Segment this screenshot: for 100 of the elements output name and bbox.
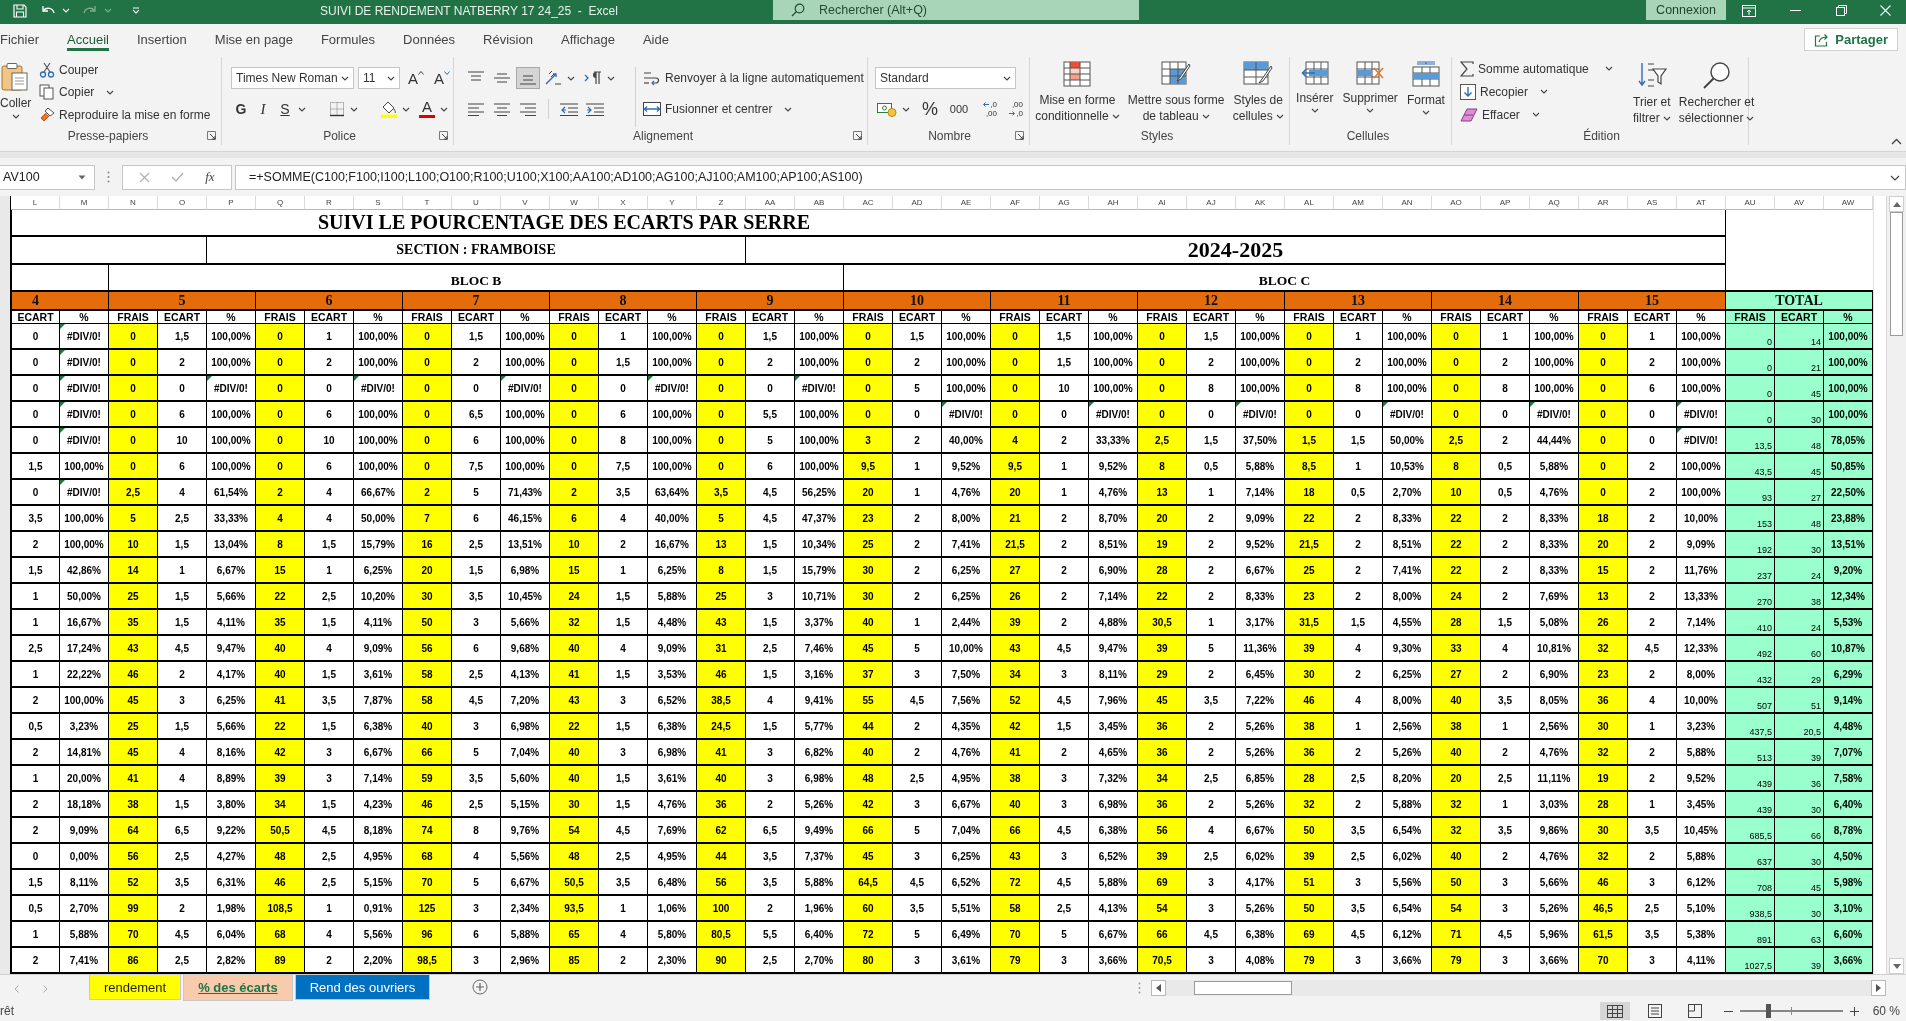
column-header[interactable]: AE [942,196,991,210]
caret-icon[interactable] [298,106,306,112]
cut-button[interactable]: Couper [39,59,211,82]
share-button[interactable]: Partager [1804,28,1898,51]
column-header[interactable]: R [305,196,354,210]
column-header[interactable]: W [550,196,599,210]
column-header[interactable]: AS [1628,196,1677,210]
scroll-down-button[interactable] [1889,958,1904,974]
column-header[interactable]: AO [1432,196,1481,210]
insert-function-button[interactable]: fx [205,169,215,185]
check-icon[interactable] [171,172,185,182]
cell-styles-button[interactable]: Styles de cellules [1229,61,1287,124]
insert-button[interactable]: Insérer [1293,61,1337,113]
column-header[interactable]: Y [648,196,697,210]
column-header[interactable]: O [158,196,207,210]
copy-button[interactable]: Copier [39,81,211,104]
ribbon-tab[interactable]: Insertion [122,24,201,55]
search-field[interactable]: Rechercher (Alt+Q) [773,0,1139,20]
name-box[interactable]: AV100 [0,164,95,190]
launcher-icon[interactable] [207,131,216,140]
autosum-button[interactable]: Somme automatique [1460,57,1628,80]
column-header[interactable]: AC [844,196,893,210]
column-header[interactable]: AD [893,196,942,210]
format-as-table-button[interactable]: Mettre sous forme de tableau [1124,61,1228,124]
scroll-right-button[interactable] [1871,980,1886,996]
scroll-up-button[interactable] [1889,196,1904,212]
scroll-thumb[interactable] [1194,981,1292,995]
column-header[interactable]: AQ [1530,196,1579,210]
column-header[interactable]: AB [795,196,844,210]
column-header[interactable]: U [452,196,501,210]
ribbon-tab[interactable]: Aide [628,24,683,55]
caret-icon[interactable] [567,75,575,81]
fill-button[interactable]: Recopier [1460,80,1628,103]
column-header[interactable]: L [11,196,60,210]
caret-icon[interactable] [902,106,910,112]
caret-icon[interactable] [1890,174,1900,181]
paste-button[interactable]: Coller [0,59,34,126]
bold-button[interactable]: G [231,98,251,120]
shrink-font-button[interactable]: A [432,67,453,89]
scroll-left-button[interactable] [1151,980,1166,996]
column-header[interactable]: AA [746,196,795,210]
find-select-button[interactable]: Rechercher et sélectionner [1675,57,1758,126]
zoom-in-icon[interactable] [1849,1006,1859,1016]
ribbon-tab[interactable]: Données [389,24,470,55]
clear-button[interactable]: Effacer [1460,103,1628,126]
drag-handle-icon[interactable] [107,171,110,183]
column-header[interactable]: S [354,196,403,210]
percent-style-button[interactable]: % [917,98,943,120]
launcher-icon[interactable] [439,131,448,140]
column-header[interactable]: AK [1236,196,1285,210]
formula-field[interactable]: =+SOMME(C100;F100;I100;L100;O100;R100;U100;X100;AA100;AD100;AG100;AJ100;AM100;AP100;AS100) [235,164,1906,190]
sheet-tab[interactable]: % des écarts [183,975,293,1001]
column-header[interactable]: AH [1089,196,1138,210]
plus-circle-icon[interactable] [472,979,489,995]
wrap-text-button[interactable]: Renvoyer à la ligne automatiquement [643,66,864,90]
launcher-icon[interactable] [1015,131,1024,140]
ribbon-tab[interactable]: Formules [306,24,390,55]
sheet-tab[interactable]: Rend des ouvriers [294,975,431,1000]
column-header[interactable]: AL [1285,196,1334,210]
column-header[interactable]: M [60,196,109,210]
column-header[interactable]: T [403,196,452,210]
column-header[interactable]: AU [1726,196,1775,210]
italic-button[interactable]: I [253,98,273,120]
column-header[interactable]: AW [1824,196,1873,210]
ribbon-tab[interactable]: Mise en page [200,24,307,55]
column-header[interactable]: AG [1040,196,1089,210]
caret-icon[interactable] [78,174,86,180]
number-format-dropdown[interactable]: Standard [875,67,1016,89]
column-header[interactable]: AV [1775,196,1824,210]
column-header[interactable]: AM [1334,196,1383,210]
launcher-icon[interactable] [853,131,862,140]
column-header[interactable]: Z [697,196,746,210]
decrease-decimal-button[interactable]: ,00 ,0 [1001,98,1025,120]
font-family-dropdown[interactable]: Times New Roman [231,67,354,89]
scroll-thumb[interactable] [1890,212,1903,336]
conditional-formatting-button[interactable]: Mise en forme conditionnelle [1032,61,1123,124]
grow-font-button[interactable]: A [406,67,426,89]
column-header[interactable]: AI [1138,196,1187,210]
format-button[interactable]: Format [1403,61,1448,115]
caret-icon[interactable] [402,106,410,112]
row-headers[interactable] [0,196,11,974]
increase-decimal-button[interactable]: ,0 ,00 [975,98,999,120]
column-header[interactable]: AR [1579,196,1628,210]
view-button[interactable] [1599,1002,1630,1020]
column-header[interactable]: AT [1677,196,1726,210]
ribbon-tab[interactable]: Fichier [0,24,53,55]
caret-icon[interactable] [607,75,615,81]
collapse-ribbon-icon[interactable] [1891,138,1902,145]
thousands-separator-button[interactable]: 000 [945,98,973,120]
font-color-button[interactable]: A [417,98,437,120]
column-header[interactable]: N [109,196,158,210]
caret-icon[interactable] [440,106,448,112]
zoom-level-button[interactable]: 60 % [1872,1004,1900,1018]
caret-icon[interactable] [350,106,358,112]
column-header[interactable]: V [501,196,550,210]
column-header[interactable]: X [599,196,648,210]
sheet-tab[interactable]: rendement [89,975,182,1000]
sort-filter-button[interactable]: Trier et filtrer [1630,57,1674,126]
column-header[interactable]: AP [1481,196,1530,210]
column-header[interactable]: AF [991,196,1040,210]
